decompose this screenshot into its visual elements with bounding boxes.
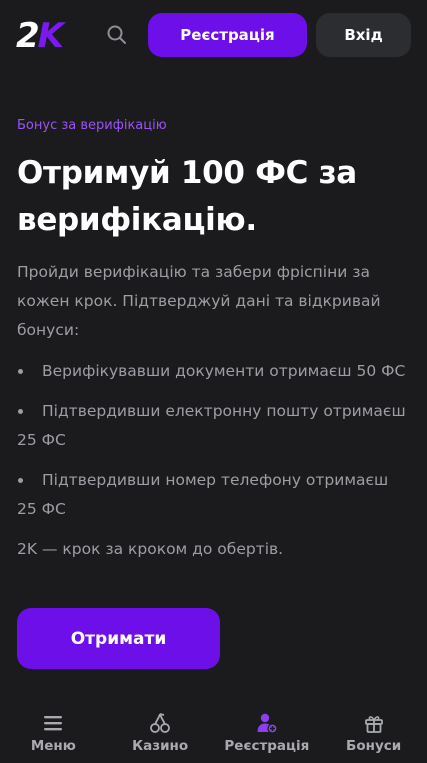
search-icon bbox=[107, 25, 126, 44]
add-user-icon bbox=[255, 711, 279, 735]
nav-item-bonuses[interactable]: Бонуси bbox=[320, 703, 427, 763]
search-button[interactable] bbox=[104, 22, 130, 48]
list-item-text: Підтвердивши номер телефону отримаєш 25 … bbox=[17, 471, 389, 518]
promo-tagline: 2K — крок за кроком до обертів. bbox=[17, 540, 284, 558]
nav-item-registration[interactable]: Реєстрація bbox=[214, 703, 321, 763]
top-header: 2 K Реєстрація Вхід bbox=[0, 0, 427, 70]
list-item: Верифікувавши документи отримаєш 50 ФС bbox=[17, 357, 412, 386]
promo-eyebrow: Бонус за верифікацію bbox=[17, 118, 167, 133]
promo-section: Бонус за верифікацію Отримуй 100 ФС за в… bbox=[17, 116, 412, 564]
bonus-steps-list: Верифікувавши документи отримаєш 50 ФС П… bbox=[17, 357, 412, 524]
list-item-text: Підтвердивши електронну пошту отримаєш 2… bbox=[17, 402, 406, 449]
bullet-dot bbox=[18, 409, 23, 414]
get-bonus-button[interactable]: Отримати bbox=[17, 608, 220, 669]
nav-item-label: Казино bbox=[132, 738, 189, 754]
logo-letter: K bbox=[37, 16, 64, 56]
promo-title: Отримуй 100 ФС за верифікацію. bbox=[17, 155, 357, 238]
nav-item-casino[interactable]: Казино bbox=[107, 703, 214, 763]
list-item-text: Верифікувавши документи отримаєш 50 ФС bbox=[42, 362, 406, 380]
gift-icon bbox=[362, 711, 386, 735]
register-button[interactable]: Реєстрація bbox=[148, 13, 307, 57]
nav-item-label: Меню bbox=[30, 738, 76, 754]
menu-icon bbox=[41, 711, 65, 735]
brand-logo[interactable]: 2 K bbox=[16, 16, 64, 56]
list-item: Підтвердивши електронну пошту отримаєш 2… bbox=[17, 397, 412, 455]
bottom-nav: Меню Казино Реєстрація Бонуси bbox=[0, 703, 427, 763]
nav-item-label: Реєстрація bbox=[224, 738, 310, 754]
cherries-icon bbox=[148, 711, 172, 735]
promo-intro: Пройди верифікацію та забери фріспіни за… bbox=[17, 263, 381, 339]
list-item: Підтвердивши номер телефону отримаєш 25 … bbox=[17, 466, 412, 524]
bullet-dot bbox=[18, 369, 23, 374]
nav-item-label: Бонуси bbox=[346, 738, 402, 754]
nav-item-menu[interactable]: Меню bbox=[0, 703, 107, 763]
login-button[interactable]: Вхід bbox=[316, 13, 411, 57]
logo-digit: 2 bbox=[16, 16, 40, 56]
bullet-dot bbox=[18, 478, 23, 483]
